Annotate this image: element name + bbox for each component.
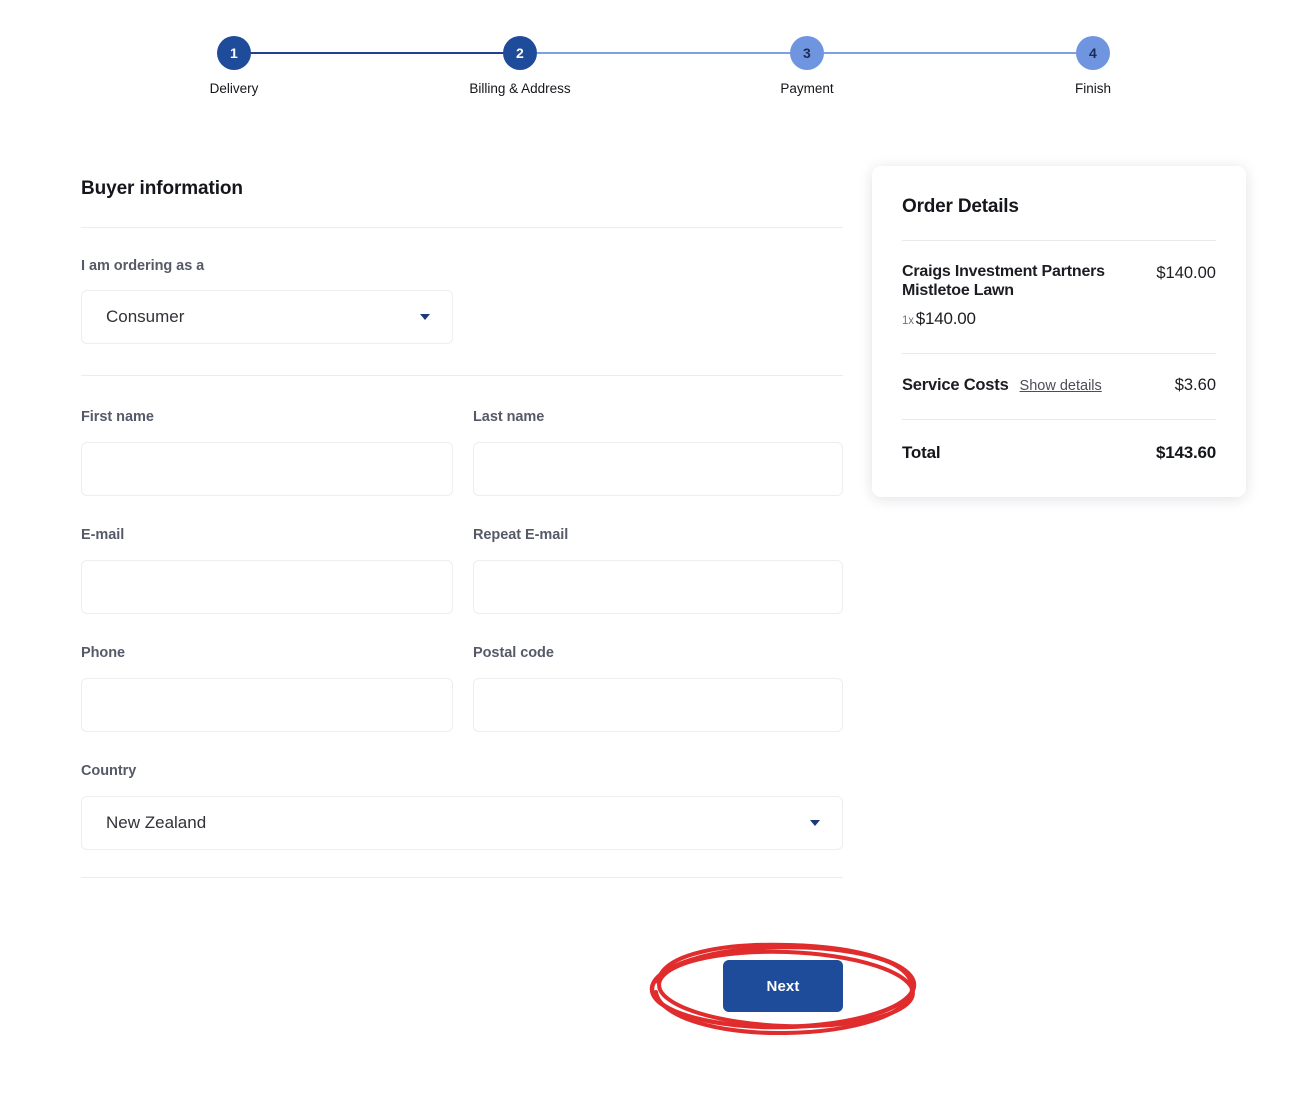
chevron-down-icon [810,820,820,826]
divider-above-actions [81,877,843,878]
order-total-amount: $143.60 [1155,442,1216,462]
country-select[interactable]: New Zealand [81,796,843,850]
country-label: Country [81,763,137,779]
order-total-label: Total [902,442,941,462]
first-name-label: First name [81,409,154,425]
phone-label: Phone [81,645,126,661]
order-total-row: Total $143.60 [902,443,1216,463]
buyer-information-form: Buyer information I am ordering as a Con… [81,178,843,878]
email-row: E-mail Repeat E-mail [81,527,843,614]
field-email: E-mail [81,527,453,614]
stepper-step-delivery[interactable]: 1 Delivery [174,36,294,96]
field-country: Country New Zealand [81,763,843,850]
email-label: E-mail [81,527,125,543]
stepper-step-number: 2 [503,36,537,70]
repeat-email-input[interactable] [473,560,843,614]
last-name-input[interactable] [473,442,843,496]
ordering-as-value: Consumer [106,307,185,326]
field-first-name: First name [81,409,453,496]
order-item-price: $140.00 [1156,264,1216,282]
show-details-link[interactable]: Show details [1020,378,1102,394]
stepper-step-finish[interactable]: 4 Finish [1033,36,1153,96]
phone-postal-row: Phone Postal code [81,645,843,732]
stepper-step-payment[interactable]: 3 Payment [747,36,867,96]
stepper-step-number: 4 [1076,36,1110,70]
stepper-step-number: 1 [217,36,251,70]
email-input[interactable] [81,560,453,614]
order-line-item: Craigs Investment Partners Mistletoe Law… [902,263,1216,301]
country-value: New Zealand [106,813,207,832]
card-divider [902,240,1216,241]
divider-under-ordering-as [81,375,843,376]
service-costs-label: Service Costs [902,375,1009,394]
page-title: Buyer information [81,178,243,199]
postal-code-input[interactable] [473,678,843,732]
postal-code-label: Postal code [473,645,554,661]
field-postal-code: Postal code [473,645,843,732]
next-button[interactable]: Next [723,960,843,1012]
ordering-as-label: I am ordering as a [81,258,205,274]
stepper-step-label: Billing & Address [469,81,571,96]
field-last-name: Last name [473,409,843,496]
ordering-as-select[interactable]: Consumer [81,290,453,344]
service-costs-amount: $3.60 [1174,375,1216,394]
first-name-input[interactable] [81,442,453,496]
order-details-card: Order Details Craigs Investment Partners… [872,166,1246,497]
last-name-label: Last name [473,409,545,425]
card-divider [902,418,1216,420]
service-costs-row: Service Costs Show details $3.60 [902,376,1216,395]
order-details-title: Order Details [902,196,1019,217]
form-actions: Next [640,938,930,1048]
order-item-quantity: 1x [902,314,914,327]
phone-input[interactable] [81,678,453,732]
field-phone: Phone [81,645,453,732]
field-ordering-as: I am ordering as a Consumer [81,258,843,344]
stepper-step-billing-address[interactable]: 2 Billing & Address [460,36,580,96]
card-divider [902,352,1216,354]
repeat-email-label: Repeat E-mail [473,527,569,543]
order-item-quantity-line: 1x $140.00 [902,309,1216,329]
order-item-name: Craigs Investment Partners Mistletoe Law… [902,263,1105,299]
name-row: First name Last name [81,409,843,496]
checkout-stepper: 1 Delivery 2 Billing & Address 3 Payment… [0,36,1299,116]
field-repeat-email: Repeat E-mail [473,527,843,614]
divider-under-title [81,227,843,228]
stepper-step-label: Payment [780,81,834,96]
order-item-unit-price: $140.00 [915,308,976,328]
stepper-step-label: Finish [1074,81,1111,96]
chevron-down-icon [420,314,430,320]
stepper-step-number: 3 [790,36,824,70]
stepper-step-label: Delivery [209,81,259,96]
